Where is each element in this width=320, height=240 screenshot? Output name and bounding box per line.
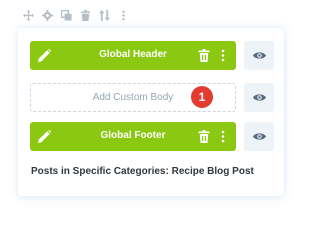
global-header-layout[interactable]: Global Header	[30, 41, 236, 70]
template-toolbar	[22, 9, 130, 22]
eye-icon	[252, 133, 266, 140]
template-assignment: Posts in Specific Categories: Recipe Blo…	[31, 166, 254, 177]
header-layout-row: Global Header	[30, 41, 274, 70]
step-badge: 1	[191, 86, 213, 108]
footer-layout-row: Global Footer	[30, 122, 274, 151]
body-visibility-button[interactable]	[244, 83, 274, 112]
more-icon[interactable]	[117, 9, 130, 22]
duplicate-icon[interactable]	[60, 9, 73, 22]
trash-icon[interactable]	[198, 49, 210, 62]
eye-icon	[252, 52, 266, 59]
add-custom-body-label: Add Custom Body	[92, 92, 174, 103]
sort-icon[interactable]	[98, 9, 111, 22]
eye-icon	[252, 94, 266, 101]
footer-visibility-button[interactable]	[244, 122, 274, 151]
trash-icon[interactable]	[198, 130, 210, 143]
add-custom-body-button[interactable]: Add Custom Body 1	[30, 83, 236, 112]
template-card: Global Header Add Custom Body 1 Global F…	[18, 28, 284, 196]
move-icon[interactable]	[22, 9, 35, 22]
delete-icon[interactable]	[79, 9, 92, 22]
more-vertical-icon[interactable]	[219, 130, 227, 143]
header-visibility-button[interactable]	[244, 41, 274, 70]
settings-icon[interactable]	[41, 9, 54, 22]
body-layout-row: Add Custom Body 1	[30, 83, 274, 112]
global-footer-layout[interactable]: Global Footer	[30, 122, 236, 151]
more-vertical-icon[interactable]	[219, 49, 227, 62]
